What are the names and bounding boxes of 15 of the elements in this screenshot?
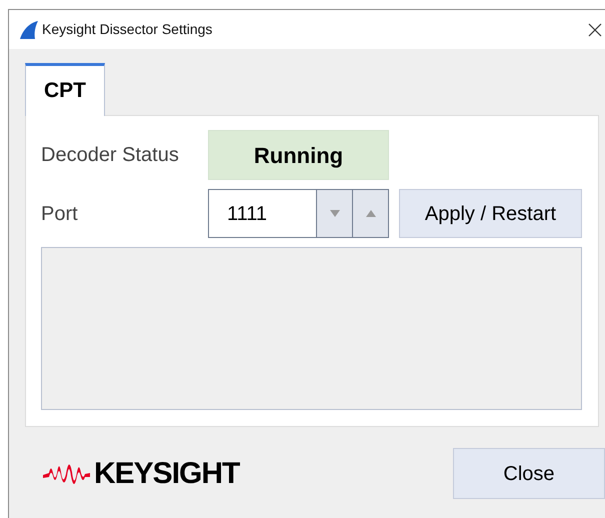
close-icon[interactable] [587, 22, 603, 38]
up-caret-icon [366, 210, 376, 217]
close-button[interactable]: Close [453, 448, 605, 499]
field-label: Decoder Status [41, 143, 180, 168]
field-label: Port [41, 202, 79, 226]
down-caret-icon [330, 210, 340, 217]
decrement-button[interactable] [316, 190, 352, 237]
fin-icon [19, 20, 39, 40]
apply-restart-button[interactable]: Apply / Restart [399, 189, 582, 238]
status-indicator: Running [208, 130, 389, 180]
window-title: Keysight Dissector Settings [42, 20, 212, 39]
brand-name: KEYSIGHT [94, 456, 240, 492]
tab[interactable]: CPT [25, 63, 105, 116]
increment-button[interactable] [352, 190, 388, 237]
port-spinbox[interactable]: 1111 [208, 189, 389, 238]
